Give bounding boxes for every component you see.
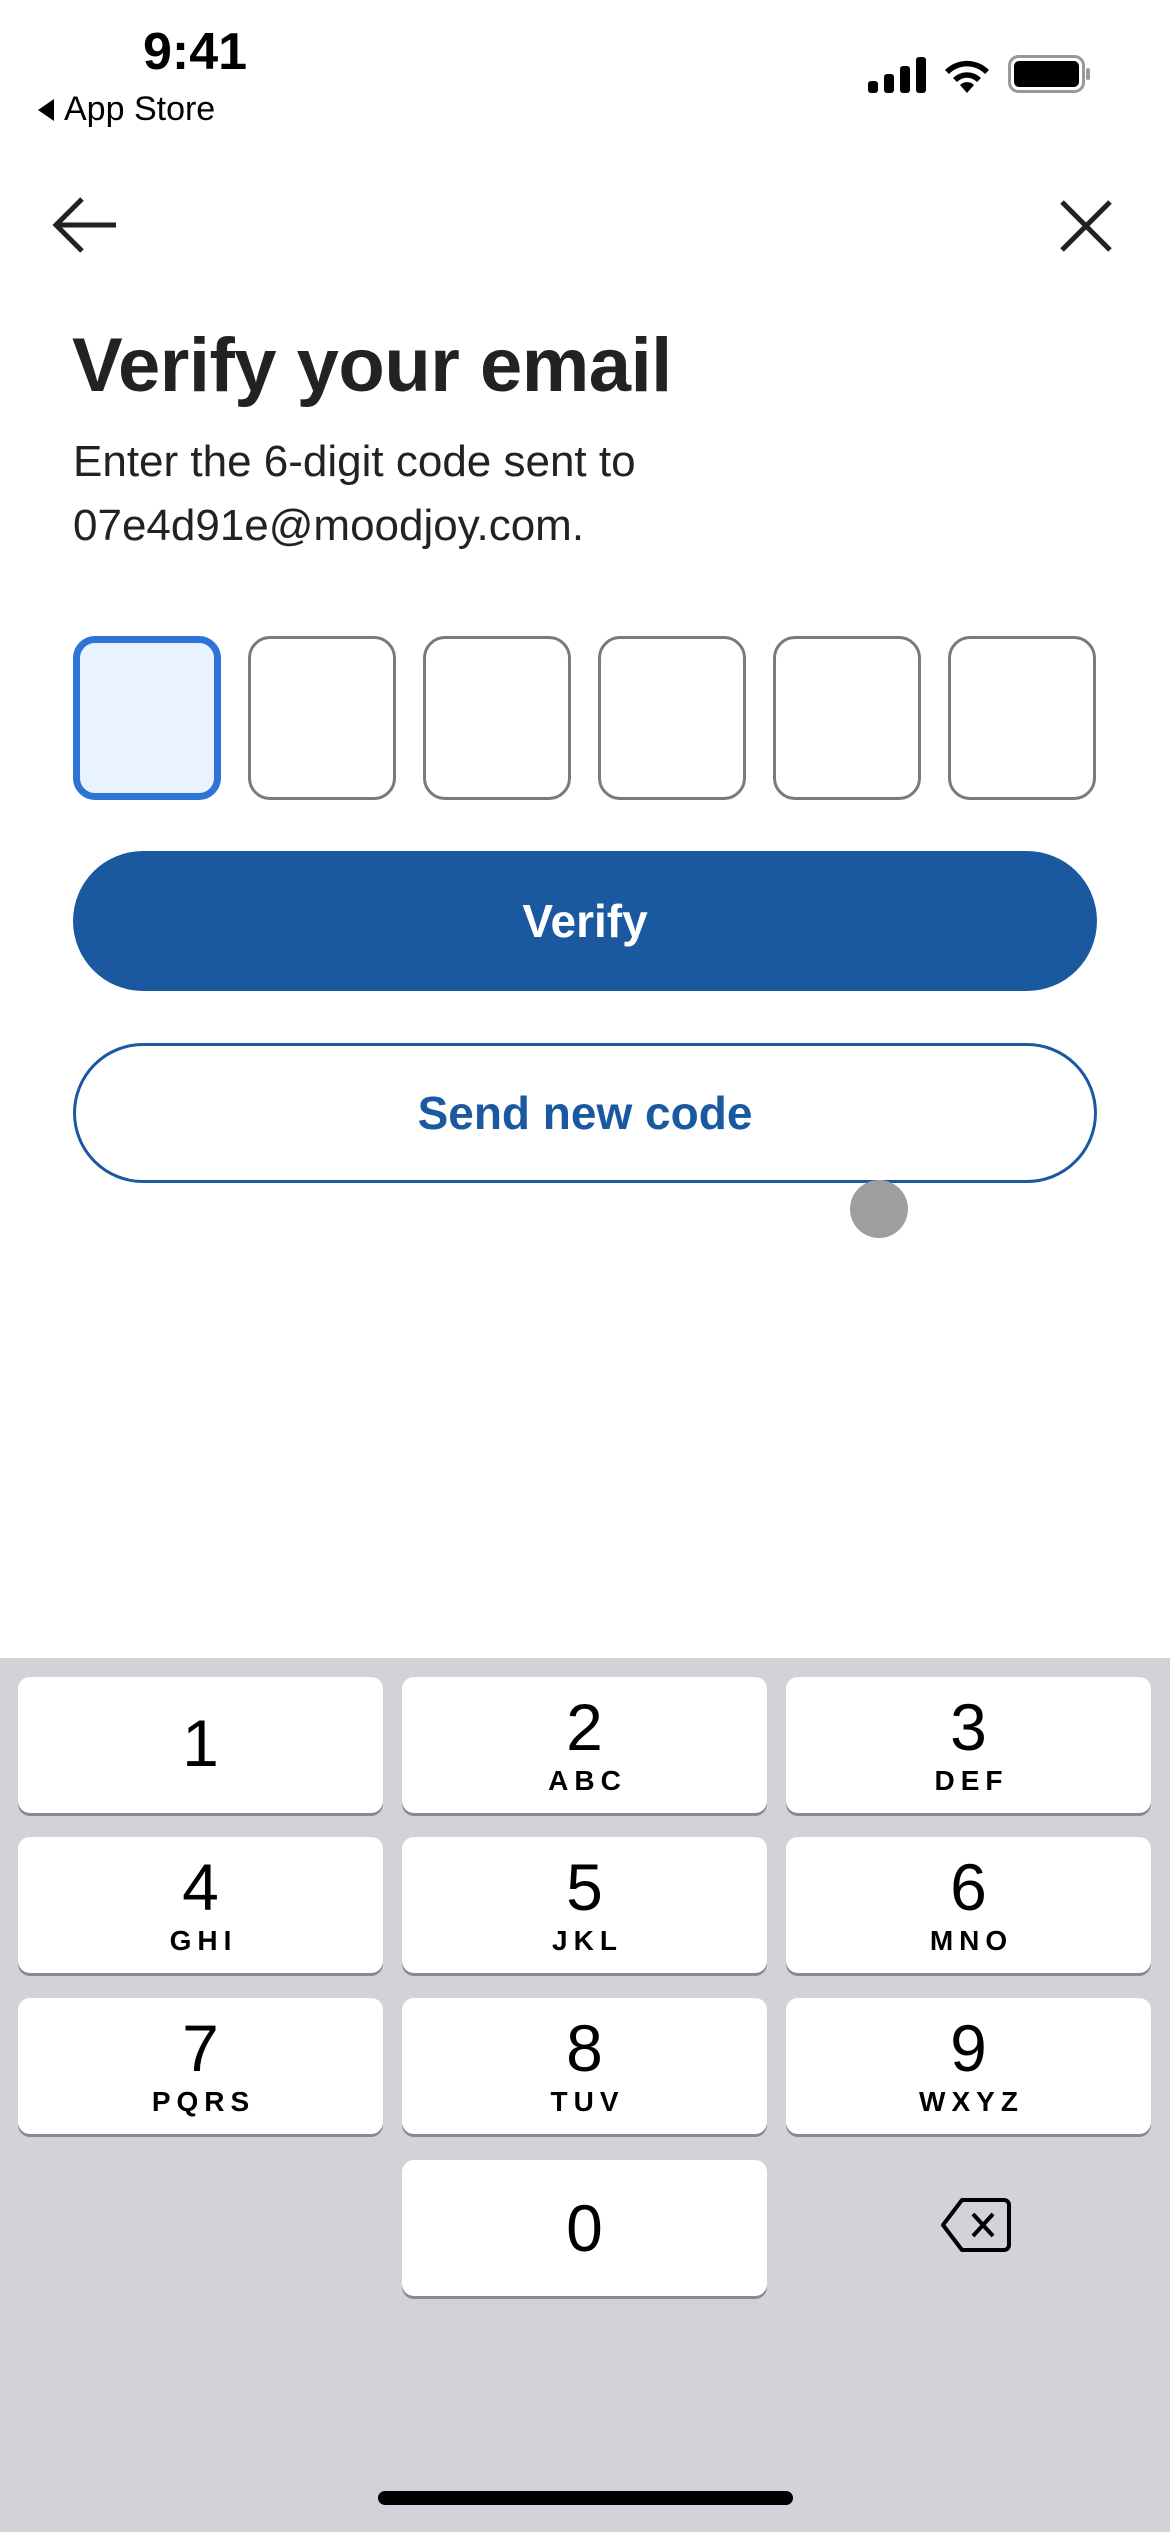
key-letters: GHI (169, 1925, 238, 1956)
key-digit: 7 (182, 2011, 219, 2085)
key-1[interactable]: 1 (18, 1677, 383, 1813)
status-icons (868, 55, 1092, 93)
touch-indicator (850, 1180, 908, 1238)
status-time: 9:41 (142, 23, 248, 81)
back-to-app-store[interactable]: App Store (38, 90, 215, 129)
close-icon[interactable] (1058, 198, 1114, 254)
key-0[interactable]: 0 (402, 2160, 767, 2296)
key-5[interactable]: 5 JKL (402, 1837, 767, 1973)
key-digit: 8 (566, 2011, 603, 2085)
key-digit: 4 (182, 1850, 219, 1924)
key-letters: DEF (934, 1765, 1009, 1796)
code-digit-6[interactable] (948, 636, 1096, 800)
code-digit-5[interactable] (773, 636, 921, 800)
page-subtitle: Enter the 6-digit code sent to 07e4d91e@… (73, 437, 636, 550)
key-digit: 3 (950, 1690, 987, 1764)
code-digit-4[interactable] (598, 636, 746, 800)
key-letters: MNO (929, 1925, 1014, 1956)
home-indicator[interactable] (378, 2491, 793, 2505)
key-4[interactable]: 4 GHI (18, 1837, 383, 1973)
key-9[interactable]: 9 WXYZ (786, 1998, 1151, 2134)
key-6[interactable]: 6 MNO (786, 1837, 1151, 1973)
key-digit: 0 (566, 2191, 603, 2265)
key-letters: TUV (550, 2086, 625, 2117)
code-digit-1[interactable] (73, 636, 221, 800)
key-2[interactable]: 2 ABC (402, 1677, 767, 1813)
key-digit: 2 (566, 1690, 603, 1764)
key-letters: JKL (552, 1925, 623, 1956)
back-triangle-icon (38, 98, 54, 121)
back-app-label: App Store (64, 90, 216, 128)
wifi-icon (945, 60, 989, 93)
key-letters: PQRS (151, 2086, 256, 2117)
key-digit: 1 (182, 1706, 219, 1780)
signal-icon (868, 57, 926, 93)
verify-button[interactable]: Verify (73, 851, 1097, 991)
key-digit: 6 (950, 1850, 987, 1924)
page-title: Verify your email (72, 323, 672, 408)
key-letters: WXYZ (919, 2086, 1024, 2117)
key-letters: ABC (548, 1765, 627, 1796)
key-8[interactable]: 8 TUV (402, 1998, 767, 2134)
key-digit: 9 (950, 2011, 987, 2085)
battery-icon (1008, 55, 1090, 93)
numeric-keyboard: 1 2 ABC 3 DEF 4 GHI 5 JKL 6 MNO 7 PQRS 8 TUV 9W… (0, 1658, 1170, 2532)
send-new-code-button[interactable]: Send new code (73, 1043, 1097, 1183)
code-digit-3[interactable] (423, 636, 571, 800)
arrow-left-icon[interactable] (50, 195, 120, 255)
backspace-icon[interactable] (940, 2196, 1012, 2254)
key-digit: 5 (566, 1850, 603, 1924)
key-3[interactable]: 3 DEF (786, 1677, 1151, 1813)
code-digit-2[interactable] (248, 636, 396, 800)
key-7[interactable]: 7 PQRS (18, 1998, 383, 2134)
